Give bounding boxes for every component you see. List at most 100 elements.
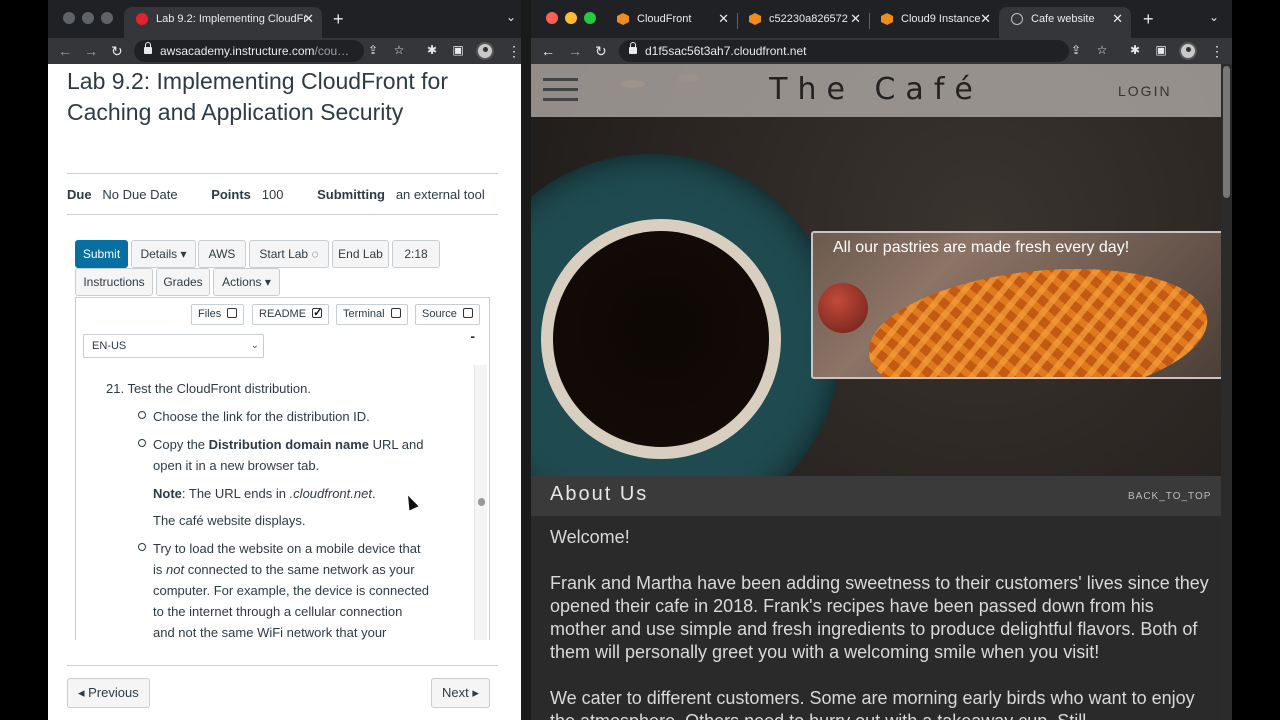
url-host: awsacademy.instructure.com (160, 44, 315, 58)
readme-toggle[interactable]: README (252, 304, 330, 325)
pie-lattice-image (862, 253, 1214, 377)
close-tab-icon[interactable]: ✕ (718, 7, 729, 31)
timer-display: 2:18 (392, 240, 440, 268)
points-value: 100 (261, 187, 284, 202)
bullet-icon (138, 411, 146, 419)
actions-button[interactable]: Actions ▾ (213, 268, 280, 296)
extensions-icon[interactable]: ✱ (1128, 43, 1142, 57)
collapse-button[interactable]: - (470, 328, 475, 344)
login-link[interactable]: LOGIN (1118, 83, 1172, 99)
forward-button[interactable]: → (568, 41, 582, 61)
about-body: Welcome! Frank and Martha have been addi… (550, 526, 1210, 720)
submit-button[interactable]: Submit (75, 240, 128, 268)
back-to-top-link[interactable]: BACK_TO_TOP (1128, 491, 1211, 502)
end-lab-button[interactable]: End Lab (332, 240, 389, 268)
close-window-button[interactable] (546, 12, 558, 24)
share-icon[interactable]: ⇪ (366, 43, 380, 57)
bookmark-star-icon[interactable]: ☆ (392, 43, 406, 57)
scrollbar-thumb[interactable] (478, 498, 485, 506)
close-tab-icon[interactable]: ✕ (980, 7, 991, 31)
menu-dots-icon[interactable]: ⋮ (1210, 42, 1224, 60)
text: . (371, 486, 376, 501)
next-button[interactable]: Next ▸ (431, 678, 490, 708)
readme-panel: Files README Terminal Source EN-US ⌄ - 21… (75, 297, 490, 640)
source-toggle-label: Source (422, 308, 457, 320)
minimize-window-button[interactable] (565, 12, 577, 24)
bullet-mobile-l3: computer. For example, the device is con… (153, 583, 430, 598)
terminal-toggle[interactable]: Terminal (336, 304, 408, 325)
address-bar[interactable]: awsacademy.instructure.com/cou… (134, 40, 364, 62)
address-toolbar: ← → ↻ d1f5sac56t3ah7.cloudfront.net ⇪ ☆ … (531, 38, 1232, 64)
address-bar[interactable]: d1f5sac56t3ah7.cloudfront.net (619, 40, 1069, 62)
url-host: d1f5sac56t3ah7.cloudfront.net (645, 44, 807, 58)
aws-favicon-icon (881, 13, 893, 25)
new-tab-button[interactable]: + (1143, 8, 1154, 30)
extensions-icon[interactable]: ✱ (425, 43, 439, 57)
reload-button[interactable]: ↻ (111, 41, 123, 61)
submitting-value: an external tool (395, 187, 485, 202)
back-button[interactable]: ← (58, 41, 72, 61)
assignment-details: Due No Due Date Points 100 Submitting an… (67, 187, 491, 202)
profile-avatar-icon[interactable] (476, 42, 494, 60)
about-paragraph-1: Frank and Martha have been adding sweetn… (550, 573, 1209, 662)
tab-cloudfront[interactable]: CloudFront ✕ (605, 7, 737, 38)
tab-cafe-website[interactable]: Cafe website ✕ (999, 7, 1131, 38)
forward-button[interactable]: → (84, 41, 98, 61)
tab-console[interactable]: c52230a826572 ✕ (737, 7, 869, 38)
text: Copy the (153, 437, 209, 452)
bullet-copy-domain: Copy the Distribution domain name URL an… (153, 434, 423, 455)
window-divider (521, 0, 531, 720)
tab-lab[interactable]: Lab 9.2: Implementing CloudFr ✕ (124, 7, 322, 38)
chevron-down-icon: ⌄ (250, 340, 259, 351)
tab-search-icon[interactable]: ⌄ (506, 10, 516, 24)
share-icon[interactable]: ⇪ (1069, 43, 1083, 57)
maximize-window-button[interactable] (584, 12, 596, 24)
details-button[interactable]: Details ▾ (131, 240, 196, 268)
browser-window-left: Lab 9.2: Implementing CloudFr ✕ + ⌄ ← → … (48, 0, 529, 720)
aws-button[interactable]: AWS (198, 240, 246, 268)
grades-button[interactable]: Grades (156, 268, 210, 296)
lock-icon (629, 42, 637, 54)
close-tab-icon[interactable]: ✕ (850, 7, 861, 31)
close-tab-icon[interactable]: ✕ (303, 7, 314, 31)
checkbox-checked-icon (312, 304, 322, 323)
profile-avatar-icon[interactable] (1179, 42, 1197, 60)
tab-title: Cafe website (1031, 13, 1095, 25)
source-toggle[interactable]: Source (415, 304, 480, 325)
files-toggle[interactable]: Files (191, 304, 245, 325)
previous-button[interactable]: ◂ Previous (67, 678, 150, 708)
start-lab-button[interactable]: Start Lab ◌ (249, 240, 329, 268)
lab-page: Lab 9.2: Implementing CloudFront for Cac… (48, 64, 529, 720)
maximize-window-button[interactable] (101, 12, 113, 24)
reload-button[interactable]: ↻ (595, 41, 607, 61)
lock-icon (144, 42, 152, 54)
tab-cloud9[interactable]: Cloud9 Instance ✕ (869, 7, 999, 38)
coffee-image (553, 231, 769, 447)
close-tab-icon[interactable]: ✕ (1112, 7, 1123, 31)
bookmark-star-icon[interactable]: ☆ (1095, 43, 1109, 57)
divider (67, 173, 498, 174)
instructions-button[interactable]: Instructions (75, 268, 153, 296)
text: connected to the same network as your (184, 562, 415, 577)
tab-bar: Lab 9.2: Implementing CloudFr ✕ + ⌄ (48, 0, 529, 38)
tab-bar: CloudFront ✕ c52230a826572 ✕ Cloud9 Inst… (531, 0, 1232, 38)
due-value: No Due Date (102, 187, 178, 202)
close-window-button[interactable] (63, 12, 75, 24)
page-scrollbar[interactable] (1221, 64, 1232, 720)
menu-dots-icon[interactable]: ⋮ (507, 42, 521, 60)
back-button[interactable]: ← (541, 41, 555, 61)
welcome-text: Welcome! (550, 527, 630, 547)
apple-image (818, 283, 868, 333)
promo-card: All our pastries are made fresh every da… (811, 231, 1221, 379)
content-scrollbar[interactable] (474, 365, 487, 640)
note: Note: The URL ends in .cloudfront.net. (153, 483, 376, 504)
language-select[interactable]: EN-US ⌄ (83, 334, 264, 358)
bullet-choose-link: Choose the link for the distribution ID. (153, 409, 370, 424)
new-tab-button[interactable]: + (333, 8, 344, 30)
promo-text: All our pastries are made fresh every da… (833, 239, 1130, 256)
minimize-window-button[interactable] (82, 12, 94, 24)
side-panel-icon[interactable]: ▣ (1154, 43, 1168, 57)
scrollbar-thumb[interactable] (1223, 66, 1230, 198)
tab-search-icon[interactable]: ⌄ (1209, 10, 1219, 24)
side-panel-icon[interactable]: ▣ (451, 43, 465, 57)
